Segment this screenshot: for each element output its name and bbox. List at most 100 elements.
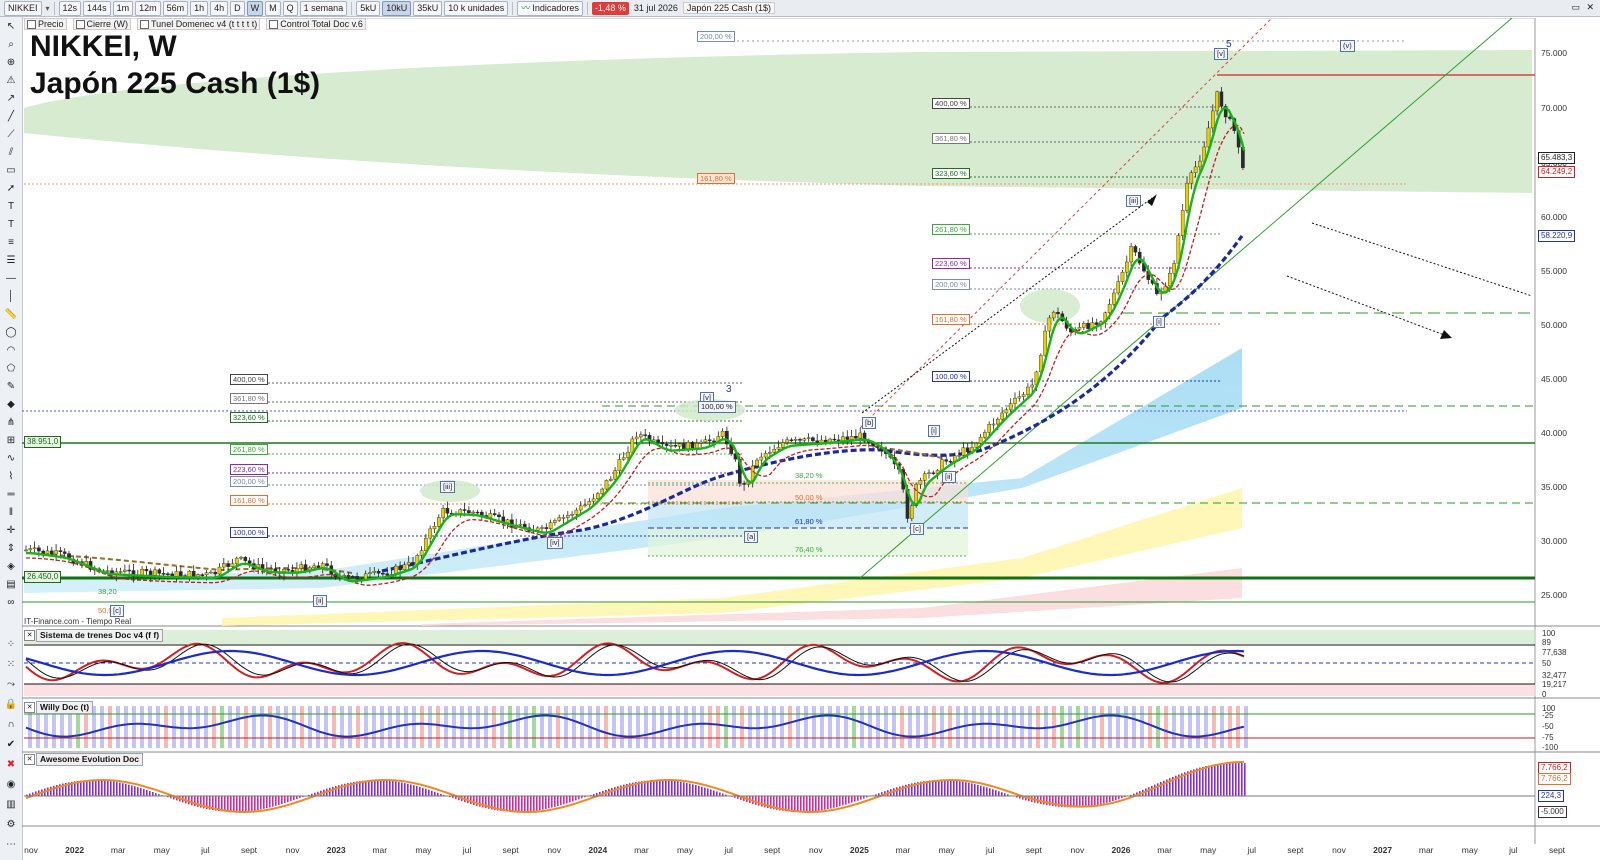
awesome-bar — [86, 780, 88, 796]
line-icon[interactable]: ╱ — [3, 109, 19, 124]
arc-icon[interactable]: ◠ — [3, 343, 19, 358]
close-icon[interactable]: ✕ — [1586, 2, 1594, 13]
arrow-icon[interactable]: ↗ — [3, 91, 19, 106]
arrow-tool-icon[interactable]: ➚ — [3, 181, 19, 196]
willy-bar — [1116, 706, 1120, 748]
dots-icon[interactable]: ⁘ — [3, 637, 19, 652]
timeframe-button[interactable]: 12s — [58, 0, 82, 16]
search-icon[interactable]: ⌕ — [3, 37, 19, 52]
timeframe-button[interactable]: 4h — [210, 0, 229, 16]
more-icon[interactable]: ⋯ — [3, 837, 19, 852]
willy-bar — [820, 706, 824, 748]
polygon-icon[interactable]: ⬠ — [3, 361, 19, 376]
chevron-down-icon[interactable]: ▾ — [46, 4, 50, 13]
sticky-icon[interactable]: ▤ — [3, 577, 19, 592]
time-tick-label: jul — [1509, 845, 1518, 855]
wave-icon[interactable]: ⌇ — [3, 469, 19, 484]
maximize-icon[interactable]: ▭ — [1571, 2, 1580, 13]
gann-icon[interactable]: ⊞ — [3, 433, 19, 448]
lock-icon[interactable]: 🔒 — [3, 697, 19, 712]
awesome-bar — [953, 780, 955, 796]
alert-icon[interactable]: ⚠ — [3, 73, 19, 88]
indicators-button[interactable]: 〰 Indicadores — [517, 0, 583, 16]
ellipse-icon[interactable]: ◯ — [3, 325, 19, 340]
timeframe-button[interactable]: Q — [282, 0, 298, 16]
vline2-icon[interactable]: ‖ — [3, 505, 19, 520]
red-moving-average — [26, 124, 1245, 586]
willy-bar — [988, 706, 992, 748]
layers-icon[interactable]: ▥ — [3, 797, 19, 812]
timeframe-button[interactable]: 1h — [190, 0, 209, 16]
cross-icon[interactable]: ✛ — [3, 523, 19, 538]
price-tag: 58.220,9 — [1538, 230, 1576, 242]
text-box-icon[interactable]: T — [3, 217, 19, 232]
hline2-icon[interactable]: ═ — [3, 487, 19, 502]
timeframe-button[interactable]: 144s — [83, 0, 111, 16]
timeframe-button[interactable]: 1m — [112, 0, 134, 16]
chart-canvas[interactable] — [22, 18, 1600, 860]
scatter-icon[interactable]: ⁙ — [3, 657, 19, 672]
legend-item[interactable]: Cierre (W) — [72, 18, 132, 30]
text-icon[interactable]: T — [3, 199, 19, 214]
settings-icon[interactable]: ⚙ — [3, 817, 19, 832]
measure-icon[interactable]: ⇕ — [3, 541, 19, 556]
awesome-bar — [410, 784, 412, 796]
units-selector[interactable]: 10 k unidades — [444, 0, 509, 16]
cycle-icon[interactable]: ∿ — [3, 451, 19, 466]
link-icon[interactable]: ∞ — [3, 595, 19, 610]
willy-pane-title[interactable]: Willy Doc (t) — [36, 701, 94, 714]
checkbox-icon[interactable] — [75, 19, 85, 29]
checkbox-icon[interactable] — [140, 19, 150, 29]
check-icon[interactable]: ✔ — [3, 737, 19, 752]
timeframe-button[interactable]: 56m — [162, 0, 189, 16]
pitchfork-icon[interactable]: ⋔ — [3, 415, 19, 430]
candle-body — [1013, 397, 1017, 404]
separator — [351, 1, 353, 15]
magnet-icon[interactable]: ∩ — [3, 717, 19, 732]
legend-item[interactable]: Control Total Doc v.6 — [266, 18, 366, 30]
awesome-pane-title[interactable]: Awesome Evolution Doc — [36, 753, 144, 766]
willy-bar — [580, 706, 584, 748]
willy-bar — [124, 706, 128, 748]
timeframe-button[interactable]: D — [230, 0, 245, 16]
trend-pane-close-icon[interactable]: ✕ — [24, 630, 35, 641]
awesome-pane-close-icon[interactable]: ✕ — [24, 754, 35, 765]
timeframe-button[interactable]: 12m — [135, 0, 161, 16]
zoom-icon[interactable]: ⊕ — [3, 55, 19, 70]
symbol-selector[interactable]: NIKKEI — [4, 0, 42, 16]
vline-icon[interactable]: │ — [3, 289, 19, 304]
willy-pane-close-icon[interactable]: ✕ — [24, 702, 35, 713]
timeframe-button[interactable]: W — [246, 0, 264, 16]
fibonacci-icon[interactable]: ≡ — [3, 235, 19, 250]
hline-icon[interactable]: — — [3, 271, 19, 286]
delete-icon[interactable]: ✖ — [3, 757, 19, 772]
wave-label: [a] — [744, 531, 759, 543]
period-selector[interactable]: 1 semana — [299, 0, 348, 16]
checkbox-icon[interactable] — [27, 19, 36, 29]
brush-icon[interactable]: ✎ — [3, 379, 19, 394]
legend-item[interactable]: Tunel Domenec v4 (t t t t t) — [137, 18, 261, 30]
volume-button[interactable]: 10kU — [382, 0, 412, 16]
timeframe-button[interactable]: M — [265, 0, 281, 16]
awesome-bar — [1043, 796, 1045, 805]
trend-line-icon[interactable]: ⟋ — [3, 127, 19, 142]
channel-icon[interactable]: ⫽ — [3, 145, 19, 160]
awesome-bar — [284, 796, 286, 804]
fibonacci-ext-icon[interactable]: ☰ — [3, 253, 19, 268]
willy-bar — [572, 706, 576, 748]
shape-icon[interactable]: ◆ — [3, 397, 19, 412]
volume-button[interactable]: 35kU — [413, 0, 443, 16]
willy-bar — [276, 706, 280, 748]
legend-item[interactable]: Precio — [24, 18, 67, 30]
path-icon[interactable]: ⤳ — [3, 677, 19, 692]
checkbox-icon[interactable] — [269, 19, 279, 29]
marker-icon[interactable]: ◈ — [3, 559, 19, 574]
awesome-bar — [428, 789, 430, 796]
ruler-icon[interactable]: 📏 — [3, 307, 19, 322]
rectangle-icon[interactable]: ▭ — [3, 163, 19, 178]
awesome-bar — [569, 796, 571, 803]
trend-pane-title[interactable]: Sistema de trenes Doc v4 (f f) — [36, 629, 164, 642]
pointer-icon[interactable]: ↖ — [3, 19, 19, 34]
volume-button[interactable]: 5kU — [356, 0, 381, 16]
eye-icon[interactable]: ◉ — [3, 777, 19, 792]
